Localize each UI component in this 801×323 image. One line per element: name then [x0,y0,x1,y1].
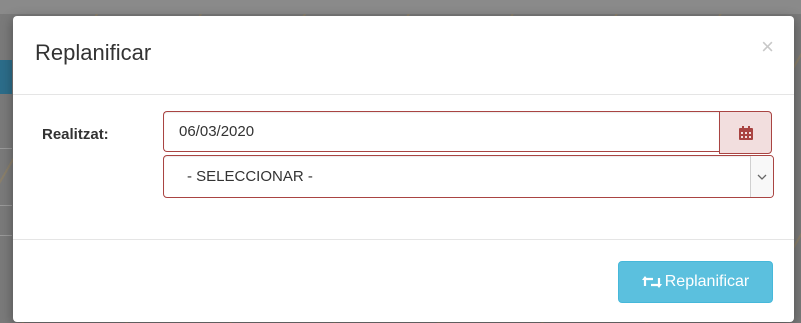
modal-header: Replanificar × [13,16,794,95]
close-button[interactable]: × [761,36,774,58]
calendar-icon [738,125,753,140]
background-divider [0,205,12,206]
retweet-icon [641,276,662,288]
background-divider [0,235,12,236]
replanificar-button[interactable]: Replanificar [618,261,773,303]
background-topbar [0,0,801,14]
date-label: Realitzat: [42,126,109,143]
select-value: - SELECCIONAR - [187,168,313,185]
background-tab [0,60,12,94]
modal-title: Replanificar [35,40,152,65]
replan-modal: Replanificar × Realitzat: - SELECCIONAR … [13,16,794,322]
chevron-down-icon [750,156,773,197]
background-divider [0,148,12,149]
date-input-group [163,111,774,154]
planning-select[interactable]: - SELECCIONAR - [163,155,774,198]
footer-divider [13,239,794,240]
calendar-button[interactable] [719,111,772,154]
date-field[interactable] [163,111,719,152]
replanificar-button-label: Replanificar [664,273,750,290]
